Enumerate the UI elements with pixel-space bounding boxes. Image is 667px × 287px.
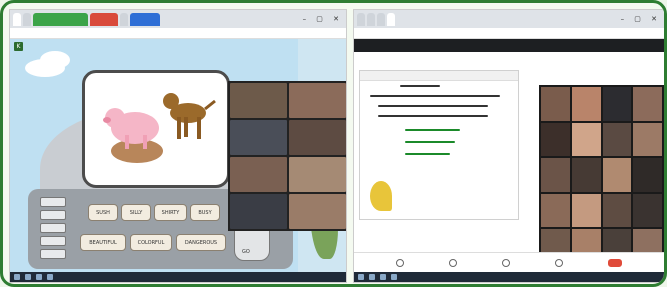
- window-controls[interactable]: – ▢ ✕: [621, 15, 661, 23]
- browser-icon[interactable]: [36, 274, 42, 280]
- video-tile[interactable]: [289, 120, 346, 155]
- doc-toolbar: [360, 71, 518, 81]
- doc-text-line: [378, 115, 488, 117]
- browser-tab[interactable]: [357, 12, 365, 26]
- video-tiles-grid: [228, 81, 346, 231]
- animal-illustration: [103, 93, 216, 163]
- windows-taskbar: [10, 272, 346, 282]
- video-tile[interactable]: [230, 157, 287, 192]
- react-icon[interactable]: [554, 258, 563, 267]
- word-button[interactable]: SILLY: [121, 204, 151, 221]
- mic-icon[interactable]: [396, 258, 405, 267]
- video-tile[interactable]: [230, 194, 287, 229]
- video-tile[interactable]: [289, 157, 346, 192]
- browser-tab[interactable]: [90, 12, 118, 26]
- level-stack: [40, 197, 66, 263]
- browser-tab[interactable]: [367, 12, 375, 26]
- search-icon[interactable]: [369, 274, 375, 280]
- browser-tab[interactable]: [23, 12, 31, 26]
- pig-icon: [103, 108, 163, 163]
- picture-card: [82, 70, 230, 188]
- word-button[interactable]: DANGEROUS: [176, 234, 226, 251]
- browser-tab[interactable]: [377, 12, 385, 26]
- browser-tab[interactable]: [120, 12, 128, 26]
- search-icon[interactable]: [25, 274, 31, 280]
- doc-text-line: [405, 153, 450, 155]
- share-icon[interactable]: [501, 258, 510, 267]
- word-button[interactable]: SUSH: [88, 204, 118, 221]
- doc-text-line: [378, 105, 488, 107]
- flower-icon: [370, 181, 392, 211]
- participant-grid: [539, 85, 664, 265]
- browser-tabbar: – ▢ ✕: [354, 10, 664, 28]
- meeting-controls: [354, 252, 664, 272]
- game-canvas[interactable]: K SUSH SILLY SHIRTY BUSY BEAUTIFUL COLOR…: [10, 39, 346, 274]
- doc-text-line: [405, 141, 455, 143]
- start-icon[interactable]: [358, 274, 364, 280]
- doc-text-line: [400, 85, 440, 87]
- video-tile[interactable]: [230, 83, 287, 118]
- browser-tab[interactable]: [387, 12, 395, 26]
- windows-taskbar: [354, 272, 664, 282]
- meeting-header: [354, 39, 664, 52]
- shared-document: [359, 70, 519, 220]
- address-bar[interactable]: [10, 28, 346, 39]
- word-button[interactable]: COLORFUL: [130, 234, 172, 251]
- start-icon[interactable]: [14, 274, 20, 280]
- video-tile[interactable]: [289, 83, 346, 118]
- camera-icon[interactable]: [449, 258, 458, 267]
- folder-icon[interactable]: [391, 274, 397, 280]
- browser-tabbar: – ▢ ✕: [10, 10, 346, 28]
- cloud: [40, 51, 70, 69]
- word-button[interactable]: BEAUTIFUL: [80, 234, 126, 251]
- video-tile[interactable]: [230, 120, 287, 155]
- game-logo: K: [14, 42, 23, 51]
- address-bar[interactable]: [354, 28, 664, 39]
- folder-icon[interactable]: [47, 274, 53, 280]
- window-controls[interactable]: – ▢ ✕: [303, 15, 343, 23]
- knob-label: GO: [242, 249, 250, 255]
- dog-icon: [163, 93, 216, 139]
- video-tile[interactable]: [289, 194, 346, 229]
- doc-text-line: [370, 95, 500, 97]
- browser-tab[interactable]: [13, 12, 21, 26]
- left-screenshot: – ▢ ✕ K SUSH SILLY SHIRTY BUSY BEAUTIFUL…: [9, 9, 347, 283]
- word-button[interactable]: BUSY: [190, 204, 220, 221]
- right-screenshot: – ▢ ✕: [353, 9, 664, 283]
- browser-icon[interactable]: [380, 274, 386, 280]
- doc-text-line: [405, 129, 460, 131]
- browser-tab[interactable]: [33, 12, 88, 26]
- end-call-icon[interactable]: [607, 258, 622, 267]
- browser-tab[interactable]: [130, 12, 160, 26]
- word-button[interactable]: SHIRTY: [154, 204, 187, 221]
- collage-frame: – ▢ ✕ K SUSH SILLY SHIRTY BUSY BEAUTIFUL…: [0, 0, 667, 287]
